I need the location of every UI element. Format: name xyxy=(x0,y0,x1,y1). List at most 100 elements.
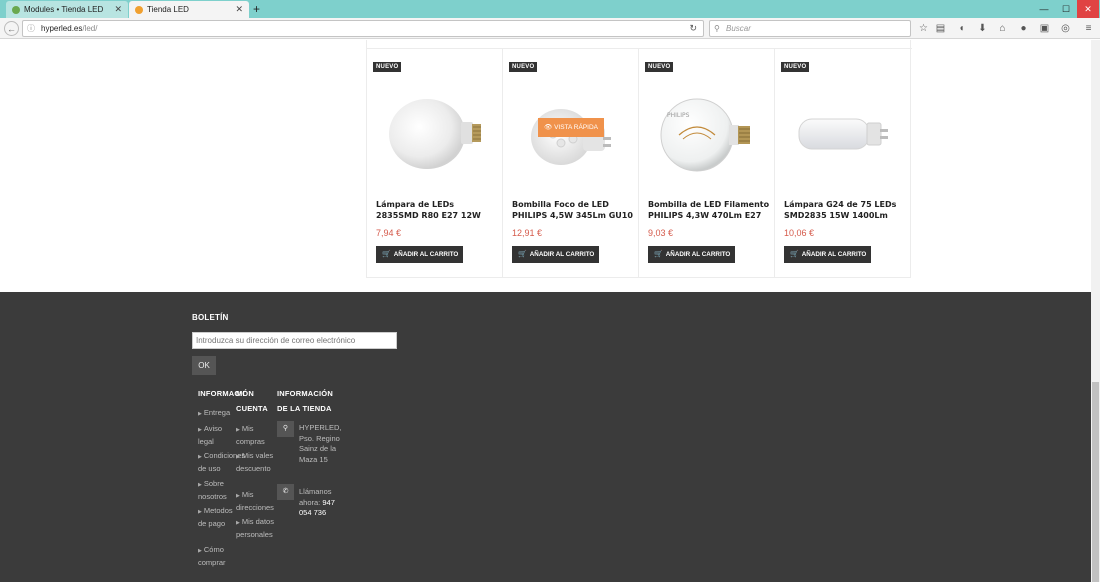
tab-title: Modules • Tienda LED xyxy=(24,5,104,14)
browser-tab-bar: Modules • Tienda LED ✕ Tienda LED ✕ + — … xyxy=(0,0,1100,18)
product-image[interactable] xyxy=(377,79,493,189)
account-column-title: MI CUENTA xyxy=(236,389,268,413)
footer-link[interactable]: ▶ Condiciones de uso xyxy=(198,450,245,474)
product-image[interactable] xyxy=(785,79,901,189)
footer-link[interactable]: ▶ Aviso legal xyxy=(198,423,236,447)
product-price: 7,94 € xyxy=(376,228,402,238)
new-tab-button[interactable]: + xyxy=(253,1,260,17)
store-column-title: INFORMACIÓN DE LA TIENDA xyxy=(277,389,333,413)
product-grid: NUEVO Lámpara de LEDs 2835SMD R80 E27 12… xyxy=(366,40,912,278)
caret-right-icon: ▶ xyxy=(236,454,240,460)
bookmark-star-icon[interactable]: ☆ xyxy=(917,22,930,35)
store-address: HYPERLED, Pso. Regino Sainz de la Maza 1… xyxy=(299,423,342,464)
screenshot-icon[interactable]: ▣ xyxy=(1038,22,1051,35)
caret-right-icon: ▶ xyxy=(198,548,202,554)
footer-link[interactable]: ▶ Mis direcciones xyxy=(236,489,274,513)
add-to-cart-label: AÑADIR AL CARRITO xyxy=(665,251,731,258)
footer-link[interactable]: ▶ Entrega xyxy=(198,407,236,420)
footer-link[interactable]: ▶ Mis vales descuento xyxy=(236,450,274,474)
footer-link[interactable]: ▶ Cómo comprar xyxy=(198,544,236,568)
caret-right-icon: ▶ xyxy=(198,411,202,417)
pocket-icon[interactable]: ◖ xyxy=(955,22,968,35)
add-to-cart-label: AÑADIR AL CARRITO xyxy=(801,251,867,258)
newsletter-ok-button[interactable]: OK xyxy=(192,356,216,375)
add-to-cart-button[interactable]: 🛒 AÑADIR AL CARRITO xyxy=(512,246,599,263)
tab-tienda-led[interactable]: Tienda LED ✕ xyxy=(129,1,249,18)
cart-icon: 🛒 xyxy=(654,251,663,258)
footer-link[interactable]: ▶ Mis datos personales xyxy=(236,516,274,540)
new-badge: NUEVO xyxy=(509,62,538,72)
add-to-cart-button[interactable]: 🛒 AÑADIR AL CARRITO xyxy=(648,246,735,263)
caret-right-icon: ▶ xyxy=(198,509,202,515)
url-path: /led/ xyxy=(82,24,98,33)
product-name[interactable]: Bombilla Foco de LED PHILIPS 4,5W 345Lm … xyxy=(512,199,634,221)
newsletter-title: BOLETÍN xyxy=(192,313,229,322)
caret-right-icon: ▶ xyxy=(236,520,240,526)
tab-favicon-icon xyxy=(12,5,20,14)
footer-link[interactable]: ▶ Sobre nosotros xyxy=(198,478,236,502)
browser-nav-bar: ← ⓘ hyperled.es/led/ ↻ ⚲ Buscar ☆ ▤ ◖ ⬇ … xyxy=(0,18,1100,39)
product-card[interactable]: NUEVO Lámpara G24 de 75 LEDs SMD2835 15W… xyxy=(775,49,911,278)
cart-icon: 🛒 xyxy=(382,251,391,258)
map-pin-icon: ⚲ xyxy=(277,421,294,437)
quick-view-label: VISTA RÁPIDA xyxy=(554,124,599,131)
product-price: 12,91 € xyxy=(512,228,543,238)
new-badge: NUEVO xyxy=(781,62,810,72)
add-to-cart-label: AÑADIR AL CARRITO xyxy=(529,251,595,258)
caret-right-icon: ▶ xyxy=(198,454,202,460)
phone-icon: ✆ xyxy=(277,484,294,500)
scrollbar-thumb[interactable] xyxy=(1092,382,1099,582)
quick-view-button[interactable]: 👁 VISTA RÁPIDA xyxy=(538,118,604,137)
product-name[interactable]: Lámpara de LEDs 2835SMD R80 E27 12W 1000… xyxy=(376,199,498,221)
chat-icon[interactable]: ● xyxy=(1017,22,1030,35)
reading-list-icon[interactable]: ▤ xyxy=(934,22,947,35)
add-to-cart-label: AÑADIR AL CARRITO xyxy=(393,251,459,258)
footer-link[interactable]: ▶ Mis compras xyxy=(236,423,274,447)
newsletter-email-input[interactable] xyxy=(192,332,397,349)
site-footer: BOLETÍN OK INFORMACIÓN ▶Entrega ▶Aviso l… xyxy=(0,292,1091,582)
add-to-cart-button[interactable]: 🛒 AÑADIR AL CARRITO xyxy=(784,246,871,263)
product-price: 9,03 € xyxy=(648,228,674,238)
tab-modules[interactable]: Modules • Tienda LED ✕ xyxy=(6,1,128,18)
minimize-button[interactable]: — xyxy=(1033,0,1055,18)
caret-right-icon: ▶ xyxy=(236,493,240,499)
url-domain: hyperled.es xyxy=(41,24,83,33)
reload-icon[interactable]: ↻ xyxy=(689,21,697,36)
footer-link[interactable]: ▶ Metodos de pago xyxy=(198,505,236,529)
new-badge: NUEVO xyxy=(645,62,674,72)
maximize-button[interactable]: ☐ xyxy=(1055,0,1077,18)
cart-icon: 🛒 xyxy=(518,251,527,258)
cart-icon: 🛒 xyxy=(790,251,799,258)
eye-icon: 👁 xyxy=(543,124,553,131)
product-card[interactable]: NUEVO PHILIPS Bombilla de LED Filamento … xyxy=(639,49,775,278)
caret-right-icon: ▶ xyxy=(236,427,240,433)
search-placeholder: Buscar xyxy=(726,24,751,33)
brand-logo: PHILIPS xyxy=(667,112,690,119)
info-icon[interactable]: ⓘ xyxy=(27,21,35,36)
store-contact: Llámanos ahora: 947 054 736 xyxy=(299,487,341,519)
caret-right-icon: ▶ xyxy=(198,482,202,488)
product-name[interactable]: Bombilla de LED Filamento PHILIPS 4,3W 4… xyxy=(648,199,770,221)
extension-icon[interactable]: ◎ xyxy=(1059,22,1072,35)
new-badge: NUEVO xyxy=(373,62,402,72)
page-scrollbar[interactable] xyxy=(1091,40,1100,582)
home-icon[interactable]: ⌂ xyxy=(996,22,1009,35)
search-input[interactable]: ⚲ Buscar xyxy=(709,20,911,37)
caret-right-icon: ▶ xyxy=(198,427,202,433)
url-bar[interactable]: ⓘ hyperled.es/led/ ↻ xyxy=(22,20,704,37)
close-tab-icon[interactable]: ✕ xyxy=(114,4,122,15)
product-card[interactable]: NUEVO Lámpara de LEDs 2835SMD R80 E27 12… xyxy=(367,49,503,278)
menu-icon[interactable]: ≡ xyxy=(1082,22,1095,35)
product-card[interactable]: NUEVO 👁 VISTA RÁPIDA Bombilla Foco de LE… xyxy=(503,49,639,278)
close-window-button[interactable]: ✕ xyxy=(1077,0,1099,18)
back-arrow-icon[interactable]: ← xyxy=(4,21,19,36)
tab-title: Tienda LED xyxy=(147,5,189,14)
add-to-cart-button[interactable]: 🛒 AÑADIR AL CARRITO xyxy=(376,246,463,263)
tab-favicon-icon xyxy=(135,5,143,14)
product-image[interactable]: PHILIPS xyxy=(649,79,765,189)
close-tab-icon[interactable]: ✕ xyxy=(235,4,243,15)
download-icon[interactable]: ⬇ xyxy=(976,22,989,35)
product-name[interactable]: Lámpara G24 de 75 LEDs SMD2835 15W 1400L… xyxy=(784,199,906,221)
product-price: 10,06 € xyxy=(784,228,815,238)
search-icon: ⚲ xyxy=(714,24,720,33)
